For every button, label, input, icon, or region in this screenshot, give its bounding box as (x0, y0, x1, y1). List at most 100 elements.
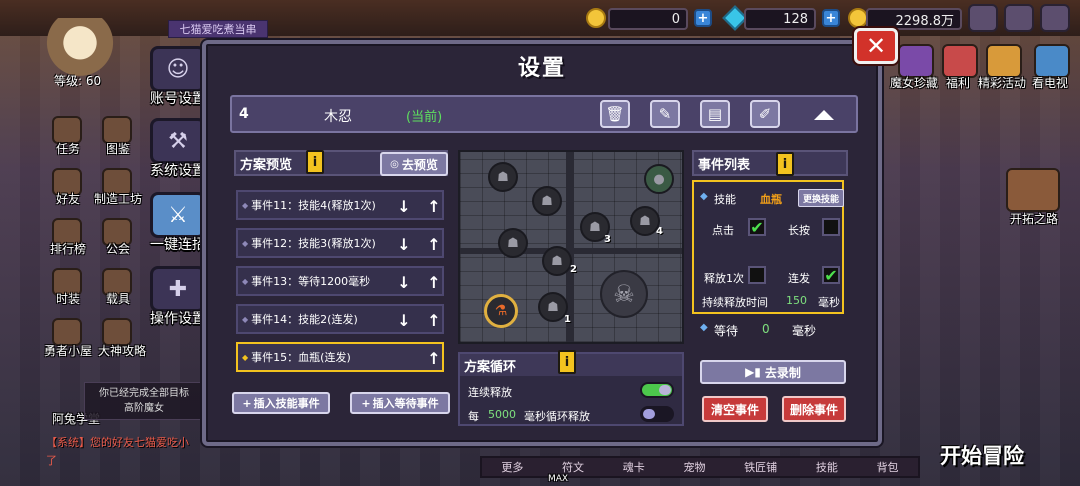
move-down-icon[interactable]: ↓ (396, 234, 412, 254)
copy-plan-button[interactable]: ▤ (700, 100, 730, 128)
every-value[interactable]: 5000 (488, 408, 516, 421)
burst-checkbox[interactable]: ✔ (822, 266, 840, 285)
collapse-arrow-icon[interactable] (814, 110, 834, 120)
map-node: ☗ (532, 186, 562, 216)
map-node-number: 2 (570, 264, 577, 275)
max-label: MAX (548, 474, 569, 484)
trash-icon: 🗑︎ (605, 105, 625, 123)
continuous-toggle[interactable] (640, 382, 674, 398)
event-row-14[interactable]: ◆ 事件14：技能2(连发) ↓ ↑ (236, 304, 444, 334)
map-node: ● (644, 164, 674, 194)
start-adventure-button[interactable]: 开始冒险 (940, 440, 1024, 470)
settings-gear-icon[interactable] (1040, 4, 1070, 32)
event-text: 事件13：等待1200毫秒 (251, 275, 371, 288)
bottom-menu: 更多 符文 魂卡 宠物 铁匠铺 技能 背包 (480, 456, 920, 478)
gamepad-icon: ✚ (150, 266, 206, 312)
welfare-icon[interactable] (942, 44, 978, 78)
menu-soul-card[interactable]: 魂卡 (617, 459, 651, 475)
player-level: 等级: 60 (54, 74, 102, 88)
diamond-icon: ◆ (242, 276, 249, 286)
wait-label: 等待 (714, 324, 739, 338)
map-node: ☗ (542, 246, 572, 276)
record-icon: ▶▮ (745, 365, 761, 379)
delete-plan-button[interactable]: 🗑︎ (600, 100, 630, 128)
every-unit-label: 毫秒循环释放 (524, 410, 590, 423)
info-icon[interactable]: i (558, 350, 576, 374)
event-text: 事件12：技能3(释放1次) (251, 237, 376, 250)
menu-more[interactable]: 更多 (495, 459, 529, 475)
menu-pet[interactable]: 宠物 (677, 459, 711, 475)
duration-value[interactable]: 150 (786, 294, 807, 307)
map-node: ☗ (488, 162, 518, 192)
insert-wait-event-button[interactable]: + 插入等待事件 (350, 392, 450, 414)
diamond-icon: ◆ (700, 322, 708, 333)
menu-smithy[interactable]: 铁匠铺 (738, 459, 783, 475)
tab-account-settings[interactable]: ☺ 账号设置 (146, 46, 210, 112)
events-icon[interactable] (986, 44, 1022, 78)
info-icon[interactable]: i (776, 152, 794, 176)
witch-treasure-icon[interactable] (898, 44, 934, 78)
move-up-icon[interactable]: ↑ (426, 310, 442, 330)
continuous-label: 连续释放 (468, 386, 512, 399)
edit-icon: ✐ (758, 105, 772, 123)
notice-icon[interactable] (1004, 4, 1034, 32)
event-row-11[interactable]: ◆ 事件11：技能4(释放1次) ↓ ↑ (236, 190, 444, 220)
add-currency-1-button[interactable]: + (694, 9, 712, 27)
add-currency-2-button[interactable]: + (822, 9, 840, 27)
gold-icon (848, 8, 868, 28)
hold-checkbox[interactable] (822, 218, 840, 236)
move-up-icon[interactable]: ↑ (426, 234, 442, 254)
event-row-12[interactable]: ◆ 事件12：技能3(释放1次) ↓ ↑ (236, 228, 444, 258)
tab-one-key-combo[interactable]: ⚔ 一键连招 (146, 192, 210, 258)
insert-skill-event-button[interactable]: + 插入技能事件 (232, 392, 330, 414)
insert-wait-label: 插入等待事件 (372, 397, 439, 410)
frontier-icon[interactable] (1006, 168, 1060, 212)
event-row-15[interactable]: ◆ 事件15：血瓶(连发) ↑ (236, 342, 444, 372)
currency-2: 128 (744, 8, 816, 30)
ranking-label: 排行榜 (50, 242, 87, 256)
wait-value[interactable]: 0 (762, 322, 770, 336)
loop-interval-toggle[interactable] (640, 406, 674, 422)
insert-skill-label: 插入技能事件 (253, 397, 320, 410)
sword-icon: ⚔ (150, 192, 206, 238)
release-once-checkbox[interactable] (748, 266, 766, 284)
event-list-header-label: 事件列表 (698, 157, 751, 173)
record-button[interactable]: ▶▮ 去录制 (700, 360, 846, 384)
move-down-icon[interactable]: ↓ (396, 196, 412, 216)
event-row-13[interactable]: ◆ 事件13：等待1200毫秒 ↓ ↑ (236, 266, 444, 296)
player-avatar[interactable] (40, 18, 120, 80)
skill-value: 血瓶 (760, 193, 782, 206)
guild-label: 公会 (106, 242, 131, 256)
close-button[interactable]: ✕ (854, 28, 898, 64)
tv-icon[interactable] (1034, 44, 1070, 78)
coin-icon (586, 8, 606, 28)
delete-event-button[interactable]: 删除事件 (782, 396, 846, 422)
event-list-header: 事件列表 (692, 150, 848, 176)
record-label: 去录制 (764, 365, 801, 380)
preview-header-label: 方案预览 (240, 157, 293, 173)
tab-system-settings[interactable]: ⚒ 系统设置 (146, 118, 210, 184)
plan-bar: 4 木忍 (当前) 🗑︎ ✎ ▤ ✐ (230, 95, 858, 133)
clear-events-button[interactable]: 清空事件 (702, 396, 768, 422)
move-down-icon[interactable]: ↓ (396, 272, 412, 292)
events-label: 精彩活动 (978, 76, 1027, 90)
menu-rune[interactable]: 符文 (556, 459, 590, 475)
move-down-icon[interactable]: ↓ (396, 310, 412, 330)
go-preview-button[interactable]: ◎ 去预览 (380, 152, 448, 176)
tap-checkbox[interactable]: ✔ (748, 218, 766, 237)
plan-number: 4 (239, 106, 249, 122)
goal-tip-line1: 你已经完成全部目标 (99, 388, 189, 399)
change-skill-button[interactable]: 更换技能 (798, 189, 844, 207)
edit-plan-button[interactable]: ✐ (750, 100, 780, 128)
mail-icon[interactable] (968, 4, 998, 32)
rename-plan-button[interactable]: ✎ (650, 100, 680, 128)
move-up-icon[interactable]: ↑ (426, 196, 442, 216)
move-up-icon[interactable]: ↑ (426, 272, 442, 292)
diamond-icon: ◆ (700, 191, 708, 202)
tab-control-settings[interactable]: ✚ 操作设置 (146, 266, 210, 332)
menu-skill[interactable]: 技能 (810, 459, 844, 475)
plan-name: 木忍 (324, 109, 352, 125)
move-up-icon[interactable]: ↑ (426, 348, 442, 368)
info-icon[interactable]: i (306, 150, 324, 174)
menu-bag[interactable]: 背包 (871, 459, 905, 475)
